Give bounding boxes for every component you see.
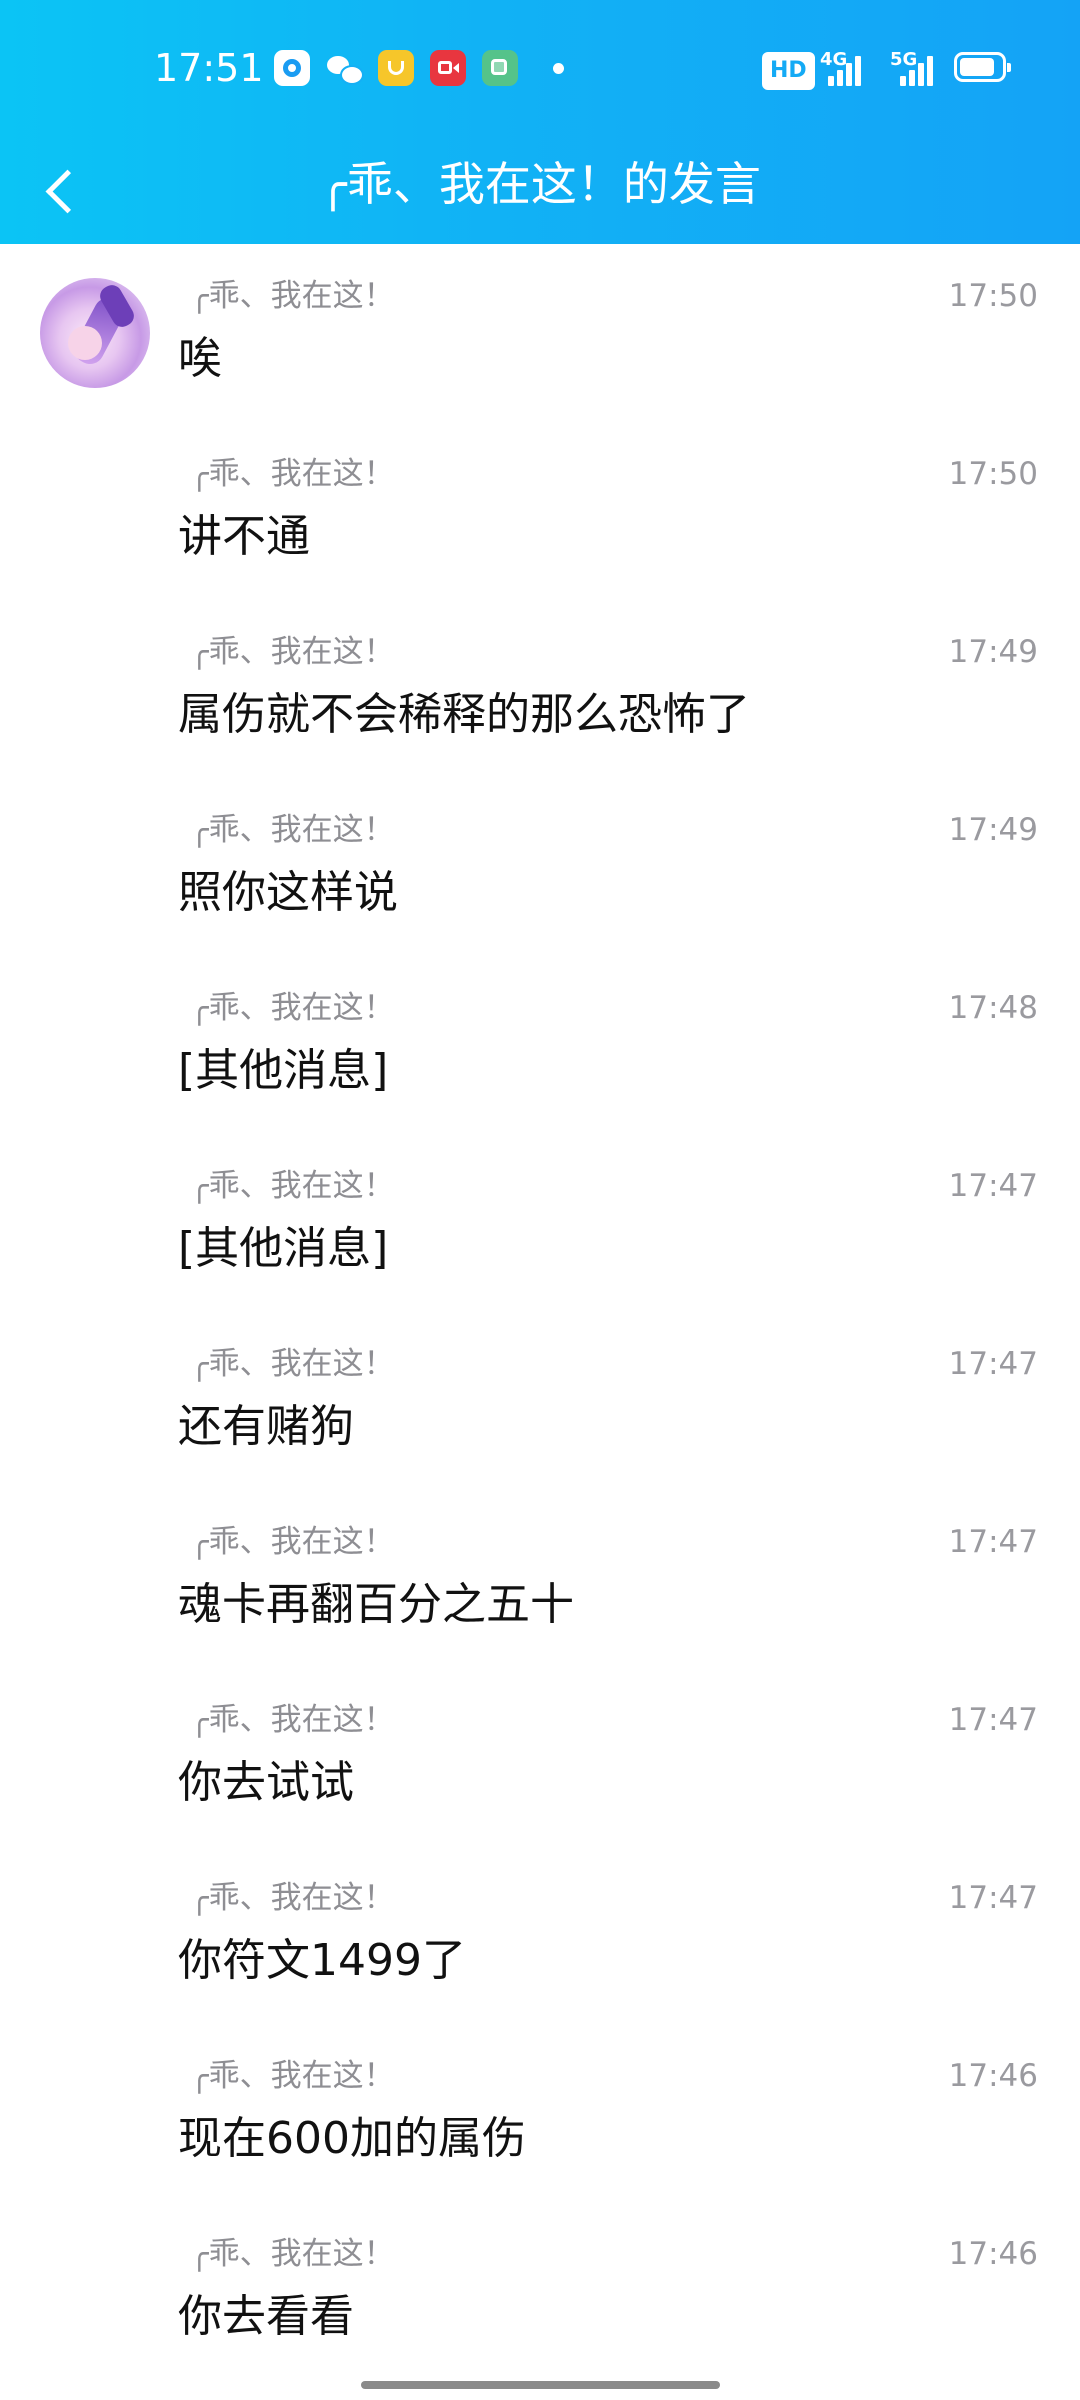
message-text: 魂卡再翻百分之五十	[178, 1579, 574, 1630]
sender-name: ╭乖、我在这！	[190, 1702, 395, 1738]
message-item[interactable]: ╭乖、我在这！ 17:50 唉	[0, 244, 1080, 422]
message-time: 17:47	[948, 1524, 1038, 1560]
message-time: 17:47	[948, 1168, 1038, 1204]
message-time: 17:49	[948, 634, 1038, 670]
message-time: 17:47	[948, 1880, 1038, 1916]
message-time: 17:48	[948, 990, 1038, 1026]
message-text: 讲不通	[178, 511, 310, 562]
header: 17:51 HD 4G 5G ╭乖、我在这！的发言	[0, 0, 1080, 244]
signal-2-icon	[896, 52, 934, 86]
message-time: 17:50	[948, 456, 1038, 492]
sender-name: ╭乖、我在这！	[190, 1524, 395, 1560]
message-item[interactable]: ╭乖、我在这！ 17:50 讲不通	[0, 422, 1080, 600]
status-time: 17:51	[154, 46, 264, 90]
message-time: 17:46	[948, 2058, 1038, 2094]
page-title: ╭乖、我在这！的发言	[319, 157, 761, 211]
message-item[interactable]: ╭乖、我在这！ 17:49 照你这样说	[0, 778, 1080, 956]
message-text: 属伤就不会稀释的那么恐怖了	[178, 689, 750, 740]
message-text: 还有赌狗	[178, 1401, 354, 1452]
avatar[interactable]	[40, 278, 150, 388]
message-text: 你去试试	[178, 1757, 354, 1808]
message-time: 17:47	[948, 1702, 1038, 1738]
sender-name: ╭乖、我在这！	[190, 1346, 395, 1382]
screen-record-icon	[430, 50, 466, 86]
message-item[interactable]: ╭乖、我在这！ 17:47 [其他消息]	[0, 1134, 1080, 1312]
message-item[interactable]: ╭乖、我在这！ 17:49 属伤就不会稀释的那么恐怖了	[0, 600, 1080, 778]
message-time: 17:47	[948, 1346, 1038, 1382]
status-bar: 17:51 HD 4G 5G	[0, 0, 1080, 136]
more-notifications-dot-icon	[553, 63, 564, 74]
message-item[interactable]: ╭乖、我在这！ 17:47 还有赌狗	[0, 1312, 1080, 1490]
message-time: 17:46	[948, 2236, 1038, 2272]
message-text: 你符文1499了	[178, 1935, 466, 1986]
sender-name: ╭乖、我在这！	[190, 634, 395, 670]
battery-icon	[954, 52, 1011, 82]
message-text: 唉	[178, 333, 222, 384]
message-text: 你去看看	[178, 2291, 354, 2342]
vip-icon	[378, 50, 414, 86]
message-item[interactable]: ╭乖、我在这！ 17:46 你去看看	[0, 2202, 1080, 2380]
title-bar: ╭乖、我在这！的发言	[0, 136, 1080, 244]
message-item[interactable]: ╭乖、我在这！ 17:48 [其他消息]	[0, 956, 1080, 1134]
message-text: 照你这样说	[178, 867, 398, 918]
sender-name: ╭乖、我在这！	[190, 990, 395, 1026]
message-text: [其他消息]	[178, 1223, 389, 1274]
sender-name: ╭乖、我在这！	[190, 1880, 395, 1916]
wechat-icon	[325, 50, 364, 86]
hd-voice-badge: HD	[762, 52, 815, 90]
sender-name: ╭乖、我在这！	[190, 2058, 395, 2094]
signal-1-icon	[824, 52, 862, 86]
qq-icon	[274, 50, 310, 86]
sender-name: ╭乖、我在这！	[190, 456, 395, 492]
multitask-icon	[482, 50, 518, 86]
sender-name: ╭乖、我在这！	[190, 2236, 395, 2272]
message-item[interactable]: ╭乖、我在这！ 17:46 现在600加的属伤	[0, 2024, 1080, 2202]
message-text: [其他消息]	[178, 1045, 389, 1096]
home-indicator[interactable]	[361, 2381, 720, 2389]
message-time: 17:49	[948, 812, 1038, 848]
sender-name: ╭乖、我在这！	[190, 812, 395, 848]
message-text: 现在600加的属伤	[178, 2113, 526, 2164]
sender-name: ╭乖、我在这！	[190, 278, 395, 314]
message-item[interactable]: ╭乖、我在这！ 17:47 你去试试	[0, 1668, 1080, 1846]
message-time: 17:50	[948, 278, 1038, 314]
message-item[interactable]: ╭乖、我在这！ 17:47 你符文1499了	[0, 1846, 1080, 2024]
message-item[interactable]: ╭乖、我在这！ 17:47 魂卡再翻百分之五十	[0, 1490, 1080, 1668]
sender-name: ╭乖、我在这！	[190, 1168, 395, 1204]
